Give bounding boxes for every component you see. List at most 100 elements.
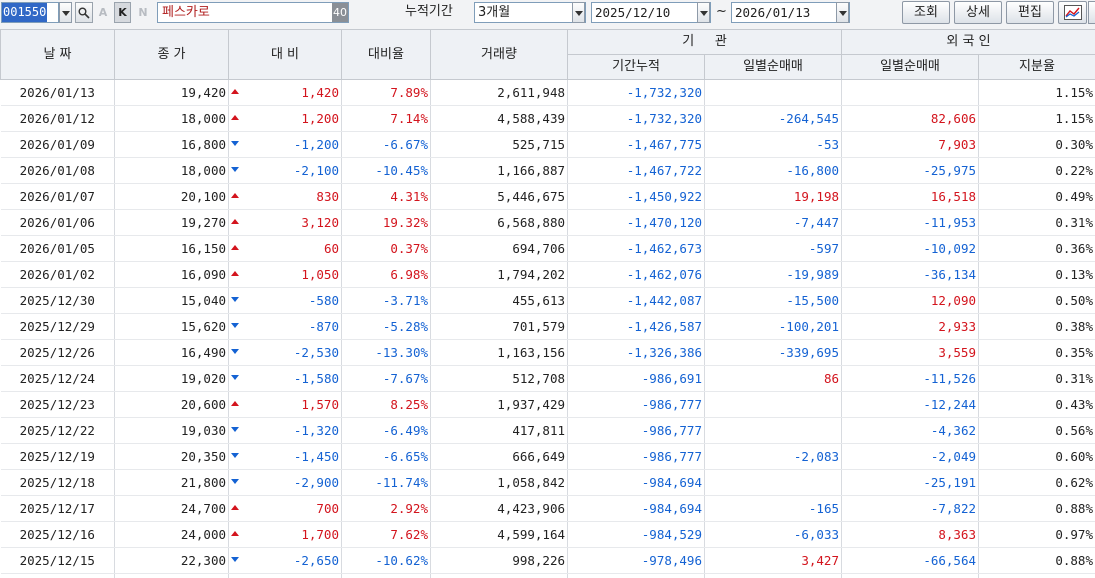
header-date[interactable]: 날 짜 <box>0 29 115 80</box>
cell-inst-daily-net: 86 <box>704 365 842 392</box>
arrow-up-icon <box>231 400 239 406</box>
cell-volume: 694,706 <box>430 235 568 262</box>
cell-close: 15,040 <box>114 287 229 314</box>
date-from-value: 2025/12/10 <box>595 5 671 20</box>
cell-change: 3,120 <box>228 209 342 236</box>
cell-inst-cumulative: -986,777 <box>567 417 705 444</box>
cell-foreign-holding: 0.97% <box>978 521 1095 548</box>
detail-button[interactable]: 상세 <box>954 1 1002 24</box>
table-row[interactable]: 2025/12/29 15,620 -870 -5.28% 701,579 -1,426,… <box>0 313 1095 340</box>
arrow-down-icon <box>231 348 239 354</box>
edit-button[interactable]: 편집 <box>1006 1 1054 24</box>
cell-foreign-holding: 1.15% <box>978 79 1095 106</box>
cell-date: 2025/12/23 <box>0 391 115 418</box>
date-to-dropdown-button[interactable] <box>836 2 849 23</box>
cell-foreign-daily-net <box>841 79 979 106</box>
cell-change: -2,650 <box>228 547 342 574</box>
code-dropdown-button[interactable] <box>59 2 72 23</box>
cell-foreign-holding: 0.22% <box>978 157 1095 184</box>
table-row[interactable]: 2025/12/22 19,030 -1,320 -6.49% 417,811 -986,… <box>0 417 1095 444</box>
period-select[interactable]: 3개월 <box>474 2 586 23</box>
stock-code-input[interactable]: 001550 <box>1 2 59 23</box>
more-button[interactable] <box>1088 1 1095 24</box>
header-inst-cumulative[interactable]: 기간누적 <box>567 54 705 80</box>
header-change-rate[interactable]: 대비율 <box>341 29 431 80</box>
table-row[interactable]: 2026/01/06 19,270 3,120 19.32% 6,568,880 -1,4… <box>0 209 1095 236</box>
header-close[interactable]: 종 가 <box>114 29 229 80</box>
cell-close: 19,030 <box>114 417 229 444</box>
cell-change: -2,530 <box>228 339 342 366</box>
cell-change-value: 1,050 <box>301 266 339 282</box>
header-inst-daily-net[interactable]: 일별순매매 <box>704 54 842 80</box>
stock-name-field[interactable]: 페스카로 40 <box>157 2 349 23</box>
cell-foreign-daily-net: 7,903 <box>841 131 979 158</box>
cell-change: 1,570 <box>228 391 342 418</box>
date-from-dropdown-button[interactable] <box>697 2 710 23</box>
cell-inst-daily-net: -19,989 <box>704 261 842 288</box>
cell-inst-daily-net <box>704 79 842 106</box>
cell-change-value: -2,100 <box>293 162 339 178</box>
arrow-down-icon <box>231 478 239 484</box>
chart-button[interactable] <box>1058 1 1087 24</box>
grid-body: 2026/01/13 19,420 1,420 7.89% 2,611,948 -1,73… <box>0 79 1095 578</box>
cell-change: -1,200 <box>228 131 342 158</box>
table-row[interactable]: 2026/01/07 20,100 830 4.31% 5,446,675 -1,450,… <box>0 183 1095 210</box>
toolbar: 001550 A K N 페스카로 40 누적기간 3개월 2025/12/10… <box>0 0 1095 30</box>
cell-date: 2025/12/15 <box>0 547 115 574</box>
cell-inst-cumulative: -1,470,120 <box>567 209 705 236</box>
arrow-up-icon <box>231 244 239 250</box>
table-row[interactable]: 2025/12/30 15,040 -580 -3.71% 455,613 -1,442,… <box>0 287 1095 314</box>
table-row[interactable]: 2026/01/12 18,000 1,200 7.14% 4,588,439 -1,73… <box>0 105 1095 132</box>
cell-change-value: -2,530 <box>293 344 339 360</box>
table-row[interactable]: 2025/12/1224,950 2,65011.88%5,003,595-981… <box>0 573 1095 578</box>
table-row[interactable]: 2026/01/08 18,000 -2,100 -10.45% 1,166,887 -1… <box>0 157 1095 184</box>
cell-close: 20,100 <box>114 183 229 210</box>
table-row[interactable]: 2025/12/16 24,000 1,700 7.62% 4,599,164 -984,… <box>0 521 1095 548</box>
header-foreign-holding[interactable]: 지분율 <box>978 54 1095 80</box>
cell-change-rate: -6.67% <box>341 131 431 158</box>
toggle-k-button[interactable]: K <box>114 2 131 23</box>
table-row[interactable]: 2025/12/24 19,020 -1,580 -7.67% 512,708 -986,… <box>0 365 1095 392</box>
cell-inst-daily-net: -6,033 <box>704 521 842 548</box>
table-row[interactable]: 2025/12/19 20,350 -1,450 -6.65% 666,649 -986,… <box>0 443 1095 470</box>
table-row[interactable]: 2026/01/05 16,150 60 0.37% 694,706 -1,462,673… <box>0 235 1095 262</box>
toggle-n-button[interactable]: N <box>136 2 150 23</box>
date-to-field[interactable]: 2026/01/13 <box>731 2 850 23</box>
arrow-up-icon <box>231 270 239 276</box>
cell-inst-cumulative: -986,691 <box>567 365 705 392</box>
cell-foreign-daily-net: 82,606 <box>841 105 979 132</box>
table-row[interactable]: 2026/01/09 16,800 -1,200 -6.67% 525,715 -1,46… <box>0 131 1095 158</box>
cell-foreign-holding: 0.30% <box>978 131 1095 158</box>
table-row[interactable]: 2026/01/13 19,420 1,420 7.89% 2,611,948 -1,73… <box>0 79 1095 106</box>
cell-change: 60 <box>228 235 342 262</box>
table-row[interactable]: 2025/12/23 20,600 1,570 8.25% 1,937,429 -986,… <box>0 391 1095 418</box>
table-row[interactable]: 2026/01/02 16,090 1,050 6.98% 1,794,202 -1,46… <box>0 261 1095 288</box>
cell-foreign-holding: 0.38% <box>978 313 1095 340</box>
cell-close: 16,150 <box>114 235 229 262</box>
period-dropdown-button[interactable] <box>572 2 585 23</box>
table-row[interactable]: 2025/12/15 22,300 -2,650 -10.62% 998,226 -978… <box>0 547 1095 574</box>
table-row[interactable]: 2025/12/17 24,700 700 2.92% 4,423,906 -984,69… <box>0 495 1095 522</box>
table-row[interactable]: 2025/12/18 21,800 -2,900 -11.74% 1,058,842 -9… <box>0 469 1095 496</box>
cell-foreign-daily-net: -2,049 <box>841 443 979 470</box>
search-button[interactable]: 조회 <box>902 1 950 24</box>
cell-volume: 512,708 <box>430 365 568 392</box>
date-from-field[interactable]: 2025/12/10 <box>591 2 711 23</box>
cell-change-value: 2,650 <box>301 575 339 578</box>
table-row[interactable]: 2025/12/26 16,490 -2,530 -13.30% 1,163,156 -1… <box>0 339 1095 366</box>
cell-inst-daily-net: -100,201 <box>704 313 842 340</box>
investor-trading-grid: 날 짜 종 가 대 비 대비율 거래량 기 관 외 국 인 기간누적 일별순매매… <box>0 29 1095 578</box>
header-foreign-daily-net[interactable]: 일별순매매 <box>841 54 979 80</box>
cell-volume: 1,163,156 <box>430 339 568 366</box>
cell-date: 2026/01/12 <box>0 105 115 132</box>
period-label: 누적기간 <box>405 4 453 19</box>
cell-date: 2025/12/19 <box>0 443 115 470</box>
header-volume[interactable]: 거래량 <box>430 29 568 80</box>
cell-change-value: 1,420 <box>301 84 339 100</box>
toggle-a-button[interactable]: A <box>96 2 110 23</box>
arrow-up-icon <box>231 504 239 510</box>
header-change[interactable]: 대 비 <box>228 29 342 80</box>
cell-foreign-holding: 0.88% <box>978 495 1095 522</box>
cell-inst-cumulative: -981,923 <box>567 573 705 578</box>
search-code-button[interactable] <box>75 2 93 23</box>
